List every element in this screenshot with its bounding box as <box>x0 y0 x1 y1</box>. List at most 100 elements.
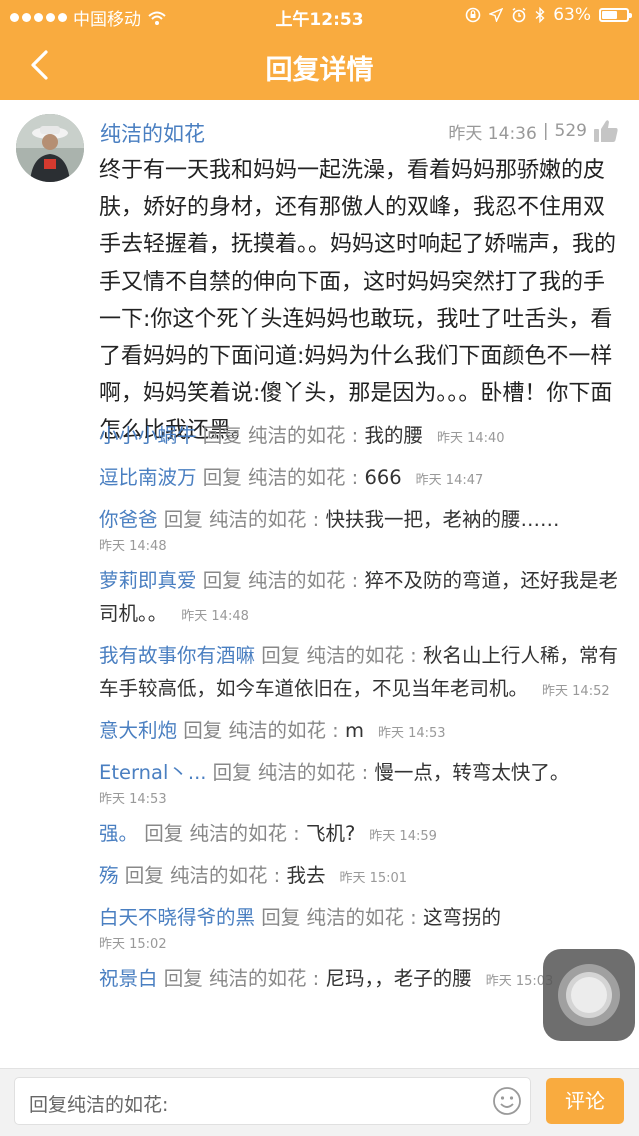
reply-item[interactable]: 强。 回复 纯洁的如花 : 飞机? 昨天 14:59 <box>99 817 619 853</box>
reply-target: 纯洁的如花 <box>169 864 268 887</box>
reply-text: m <box>344 719 364 742</box>
reply-word: 回复 <box>202 424 242 447</box>
reply-item[interactable]: 逗比南波万 回复 纯洁的如花 : 666 昨天 14:47 <box>99 461 619 497</box>
reply-time: 昨天 14:53 <box>377 726 446 741</box>
reply-target: 纯洁的如花 <box>208 967 307 990</box>
reply-item[interactable]: 我有故事你有酒嘛 回复 纯洁的如花 : 秋名山上行人稀，常有车手较高低，如今车道… <box>99 639 619 708</box>
author-name[interactable]: 纯洁的如花 <box>100 118 205 148</box>
reply-author[interactable]: 我有故事你有酒嘛 <box>99 644 255 667</box>
post-body: 终于有一天我和妈妈一起洗澡，看着妈妈那骄嫩的皮肤，娇好的身材，还有那傲人的双峰，… <box>99 158 617 444</box>
reply-time: 昨天 15:02 <box>99 937 167 952</box>
thumbs-up-icon[interactable] <box>593 118 619 144</box>
like-count: 529 <box>554 121 587 141</box>
reply-word: 回复 <box>261 906 301 929</box>
reply-text: 这弯拐的 <box>422 906 501 929</box>
reply-author[interactable]: 意大利炮 <box>99 719 177 742</box>
reply-target: 纯洁的如花 <box>189 822 287 845</box>
reply-colon: : <box>332 719 339 742</box>
avatar-image <box>16 114 84 182</box>
reply-word: 回复 <box>212 761 252 784</box>
bluetooth-icon <box>535 7 545 23</box>
reply-word: 回复 <box>261 644 301 667</box>
reply-time: 昨天 14:48 <box>181 609 249 624</box>
reply-item[interactable]: 意大利炮 回复 纯洁的如花 : m 昨天 14:53 <box>99 714 619 750</box>
reply-text: 我去 <box>286 864 326 887</box>
reply-item[interactable]: 祝景白 回复 纯洁的如花 : 尼玛，，老子的腰 昨天 15:03 <box>99 962 619 998</box>
reply-text: 尼玛，，老子的腰 <box>325 967 472 990</box>
battery-level <box>602 11 617 19</box>
post-meta: 昨天 14:36 | 529 <box>448 118 619 144</box>
status-right: 63% <box>465 5 632 25</box>
reply-target: 纯洁的如花 <box>247 424 346 447</box>
reply-colon: : <box>351 466 359 489</box>
reply-colon: : <box>312 508 320 531</box>
reply-detail-content[interactable]: 纯洁的如花 昨天 14:36 | 529 终于有一天我和妈妈一起洗澡，看着妈妈那… <box>0 100 639 1068</box>
reply-item[interactable]: 你爸爸 回复 纯洁的如花 : 快扶我一把，老衲的腰…… 昨天 14:48 <box>99 503 619 558</box>
reply-target: 纯洁的如花 <box>257 761 356 784</box>
reply-colon: : <box>351 424 359 447</box>
reply-time: 昨天 14:40 <box>436 431 505 446</box>
reply-author[interactable]: 殇 <box>99 864 119 887</box>
reply-text: 666 <box>364 466 402 489</box>
reply-colon: : <box>351 569 359 592</box>
reply-colon: : <box>273 864 281 887</box>
reply-item[interactable]: 殇 回复 纯洁的如花 : 我去 昨天 15:01 <box>99 859 619 895</box>
reply-target: 纯洁的如花 <box>247 466 346 489</box>
send-comment-button[interactable]: 评论 <box>546 1078 624 1124</box>
reply-text: 我的腰 <box>364 424 423 447</box>
reply-target: 纯洁的如花 <box>247 569 346 592</box>
reply-text: 慢一点，转弯太快了。 <box>374 761 570 784</box>
reply-author[interactable]: 祝景白 <box>99 967 158 990</box>
page-title: 回复详情 <box>265 55 374 86</box>
reply-item[interactable]: 白天不晓得爷的黑 回复 纯洁的如花 : 这弯拐的昨天 15:02 <box>99 901 619 956</box>
rotation-lock-icon <box>465 7 481 23</box>
reply-colon: : <box>410 644 417 667</box>
reply-time: 昨天 14:53 <box>99 792 167 807</box>
reply-text: 飞机? <box>305 822 356 845</box>
battery-percent: 63% <box>553 5 591 25</box>
reply-time: 昨天 14:52 <box>542 684 610 699</box>
reply-word: 回复 <box>144 822 184 845</box>
reply-author[interactable]: 强。 <box>99 822 138 845</box>
reply-input[interactable]: 回复纯洁的如花: <box>14 1077 531 1125</box>
reply-target: 纯洁的如花 <box>208 508 307 531</box>
reply-target: 纯洁的如花 <box>306 644 404 667</box>
author-avatar[interactable] <box>16 114 84 182</box>
reply-author[interactable]: 白天不晓得爷的黑 <box>99 906 255 929</box>
reply-word: 回复 <box>202 569 242 592</box>
reply-colon: : <box>293 822 300 845</box>
reply-target: 纯洁的如花 <box>228 719 326 742</box>
reply-time: 昨天 14:47 <box>415 473 484 488</box>
reply-author[interactable]: 萝莉即真爱 <box>99 569 197 592</box>
top-header: 中国移动 上午12:53 63% 回复详情 <box>0 0 639 100</box>
location-icon <box>489 8 504 22</box>
reply-item[interactable]: 萝莉即真爱 回复 纯洁的如花 : 猝不及防的弯道，还好我是老司机。。 昨天 14:… <box>99 564 619 633</box>
reply-input-bar: 回复纯洁的如花: 评论 <box>0 1068 639 1136</box>
reply-author[interactable]: Eternal丶... <box>99 761 206 784</box>
smiley-icon[interactable] <box>492 1086 522 1116</box>
reply-author[interactable]: 小小小蜗牛 <box>99 424 197 447</box>
reply-target: 纯洁的如花 <box>306 906 404 929</box>
reply-word: 回复 <box>163 967 203 990</box>
reply-word: 回复 <box>202 466 242 489</box>
assistive-ring-inner <box>571 977 607 1013</box>
reply-item[interactable]: 小小小蜗牛 回复 纯洁的如花 : 我的腰 昨天 14:40 <box>99 419 619 455</box>
status-bar: 中国移动 上午12:53 63% <box>0 0 639 32</box>
alarm-icon <box>512 7 526 23</box>
reply-author[interactable]: 逗比南波万 <box>99 466 197 489</box>
reply-item[interactable]: Eternal丶... 回复 纯洁的如花 : 慢一点，转弯太快了。昨天 14:5… <box>99 756 619 811</box>
reply-colon: : <box>361 761 369 784</box>
reply-author[interactable]: 你爸爸 <box>99 508 158 531</box>
meta-separator: | <box>542 121 549 141</box>
reply-time: 昨天 15:01 <box>339 871 408 886</box>
reply-input-placeholder: 回复纯洁的如花: <box>29 1094 169 1116</box>
battery-icon <box>599 8 632 22</box>
reply-word: 回复 <box>183 719 223 742</box>
reply-time: 昨天 14:48 <box>99 539 167 554</box>
post-time: 昨天 14:36 <box>448 123 537 144</box>
reply-text: 快扶我一把，老衲的腰…… <box>325 508 560 531</box>
reply-word: 回复 <box>124 864 164 887</box>
nav-bar: 回复详情 <box>0 32 639 100</box>
reply-colon: : <box>410 906 417 929</box>
assistive-touch-button[interactable] <box>543 949 635 1041</box>
